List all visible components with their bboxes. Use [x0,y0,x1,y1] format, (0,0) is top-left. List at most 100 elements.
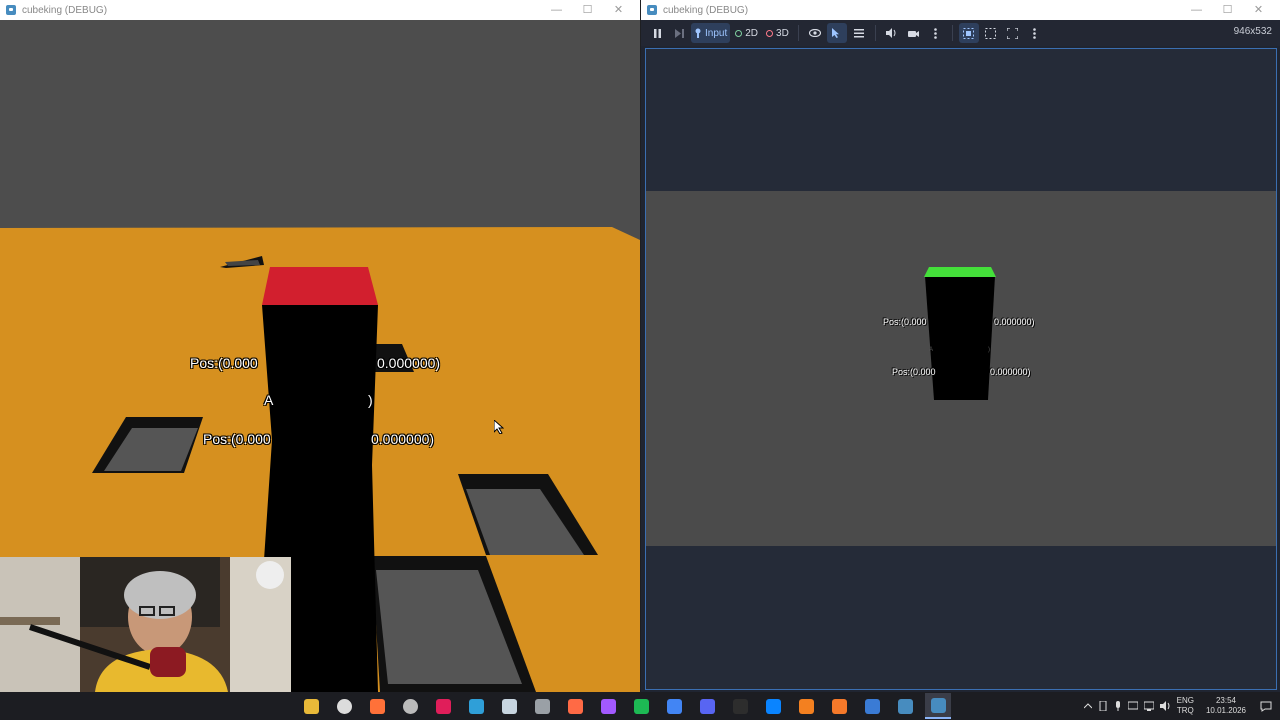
kebab-menu-icon [934,27,938,39]
maximize-button[interactable]: ☐ [1212,0,1243,20]
window-title: cubeking (DEBUG) [663,4,749,16]
affinity-icon[interactable] [859,693,885,719]
figma-icon[interactable] [595,693,621,719]
position-label: 0.000000) [377,355,441,371]
clock-time: 23:54 [1215,696,1236,705]
cloudflare-icon[interactable] [793,693,819,719]
chevron-up-icon[interactable] [1083,703,1092,709]
close-button[interactable]: ✕ [1243,0,1274,20]
node3d-icon [766,29,774,37]
webcam-overlay [0,557,291,692]
vscode-icon[interactable] [760,693,786,719]
firefox-icon[interactable] [364,693,390,719]
camera-icon [908,30,920,37]
title-bar[interactable]: cubeking (DEBUG) — ☐ ✕ [641,0,1280,20]
svg-text:A: A [929,347,933,353]
title-bar[interactable]: cubeking (DEBUG) — ☐ ✕ [0,0,640,20]
embed-options-button[interactable] [1025,23,1045,43]
mouse-cursor-icon [494,420,504,434]
stretch-button[interactable] [1003,23,1023,43]
slack-icon[interactable] [430,693,456,719]
viewport-resolution: 946x532 [1233,26,1272,37]
embed-toolbar: Input 2D 3D 946x532 [641,20,1280,46]
position-label: Pos:(0.000 [203,431,271,447]
windows-taskbar: ENG TRQ 23:54 10.01.2026 [0,692,1280,720]
browser-icon[interactable] [463,693,489,719]
folder-icon[interactable] [298,693,324,719]
language-switcher[interactable]: ENG TRQ [1177,696,1194,716]
godot-app-icon [6,5,16,15]
input-label: Input [705,27,728,39]
godot-debug-icon[interactable] [925,693,951,719]
steam-icon[interactable] [496,693,522,719]
clock[interactable]: 23:54 10.01.2026 [1206,696,1246,716]
select-mode-button[interactable] [826,23,847,43]
fit-icon [963,27,975,39]
network-icon[interactable] [1143,701,1154,711]
fullscreen-icon [1007,27,1019,39]
clock-date: 10.01.2026 [1205,706,1246,715]
partial-label: A [264,392,274,408]
unity-icon[interactable] [529,693,555,719]
embedded-game-view[interactable]: A ) Pos:(0.000 0.000000) Pos:(0.000 0.00… [645,48,1277,690]
godot-icon[interactable] [892,693,918,719]
position-label: Pos:(0.000 [883,317,927,327]
cube-top-face [262,267,378,305]
kebab-menu-icon [1033,27,1037,39]
input-toggle[interactable]: Input [691,23,731,43]
microphone-icon[interactable] [1114,701,1122,711]
toolbar-divider [874,25,876,41]
fit-embed-button[interactable] [958,23,979,43]
eye-icon [808,29,821,37]
next-frame-icon [674,28,684,38]
godot-app-icon [647,5,657,15]
position-label: Pos:(0.000 [892,367,936,377]
audio-button[interactable] [882,23,902,43]
discord-icon[interactable] [694,693,720,719]
game-viewport-3d[interactable]: A ) [646,49,1276,689]
keep-aspect-button[interactable] [981,23,1001,43]
position-label: 0.000000) [990,367,1031,377]
position-label: 0.000000) [371,431,435,447]
volume-icon[interactable] [1159,701,1171,711]
clock-icon[interactable] [331,693,357,719]
window-title: cubeking (DEBUG) [22,4,108,16]
language-secondary: TRQ [1176,706,1194,715]
display-icon[interactable] [1127,701,1138,711]
pause-button[interactable] [647,23,667,43]
chrome-icon[interactable] [661,693,687,719]
taskbar-app-icons [298,692,951,720]
visibility-button[interactable] [805,23,825,43]
more-options-button[interactable] [926,23,946,43]
position-label: Pos:(0.000 [190,355,258,371]
blender-icon[interactable] [826,693,852,719]
camera-override-button[interactable] [904,23,924,43]
partial-label: ) [368,392,373,408]
terminal-icon[interactable] [727,693,753,719]
mode-2d-toggle[interactable]: 2D [732,23,761,43]
git-icon[interactable] [562,693,588,719]
next-frame-button[interactable] [669,23,689,43]
joystick-icon [695,28,701,38]
notifications-icon[interactable] [1260,701,1272,712]
language-primary: ENG [1176,696,1194,705]
game-window-right[interactable]: cubeking (DEBUG) — ☐ ✕ Input 2D 3D 946x5… [641,0,1280,692]
mode-2d-label: 2D [745,27,759,39]
speaker-icon [886,28,896,38]
toolbar-divider [797,25,799,41]
cube-body [925,276,995,400]
obs-icon[interactable] [397,693,423,719]
minimize-button[interactable]: — [1181,0,1212,20]
usb-icon[interactable] [1098,701,1108,711]
maximize-button[interactable]: ☐ [572,0,603,20]
close-button[interactable]: ✕ [603,0,634,20]
spotify-icon[interactable] [628,693,654,719]
list-icon [853,29,864,38]
pause-icon [653,28,661,38]
cursor-icon [832,28,840,38]
minimize-button[interactable]: — [541,0,572,20]
list-button[interactable] [849,23,869,43]
expand-icon [985,27,997,39]
system-tray: ENG TRQ 23:54 10.01.2026 [1083,692,1280,720]
mode-3d-toggle[interactable]: 3D [763,23,792,43]
